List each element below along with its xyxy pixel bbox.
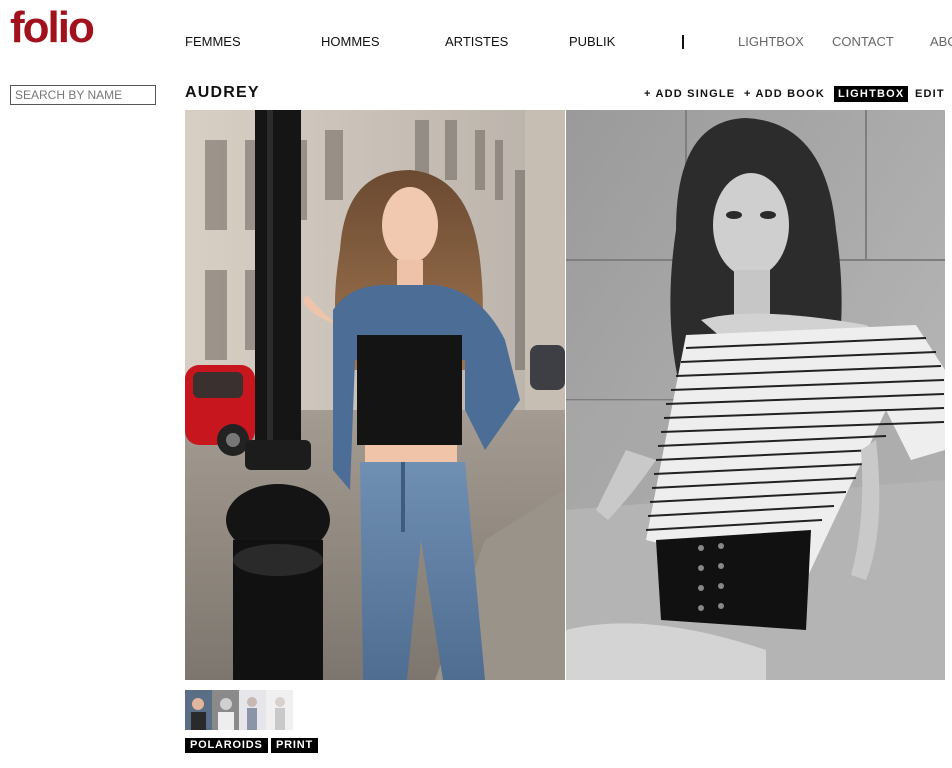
add-single-button[interactable]: + ADD SINGLE (644, 86, 735, 102)
lightbox-button[interactable]: LIGHTBOX (834, 86, 909, 102)
add-book-button[interactable]: + ADD BOOK (744, 86, 825, 102)
portrait-thumbnail-street-icon (185, 690, 212, 730)
nav-contact[interactable]: CONTACT (832, 34, 894, 49)
portrait-thumbnail-light-icon (266, 690, 293, 730)
nav-lightbox[interactable]: LIGHTBOX (738, 34, 804, 49)
nav-separator (682, 35, 684, 49)
photo-street-image (185, 110, 565, 680)
thumbnail-3[interactable] (239, 690, 266, 730)
portfolio-photo-bw[interactable] (566, 110, 945, 680)
print-tag[interactable]: PRINT (271, 738, 318, 753)
thumbnail-4[interactable] (266, 690, 293, 730)
thumbnail-1[interactable] (185, 690, 212, 730)
search-by-name-input[interactable] (10, 85, 156, 105)
photo-bw-image (566, 110, 945, 680)
nav-publik[interactable]: PUBLIK (569, 34, 615, 49)
nav-hommes[interactable]: HOMMES (321, 34, 380, 49)
model-name-title: AUDREY (185, 84, 260, 101)
thumbnail-2[interactable] (212, 690, 239, 730)
main-nav: FEMMES HOMMES ARTISTES PUBLIK LIGHTBOX C… (0, 34, 952, 50)
portrait-thumbnail-faded-icon (239, 690, 266, 730)
edit-button[interactable]: EDIT (915, 86, 945, 102)
nav-about[interactable]: ABOUT (930, 34, 952, 49)
nav-artistes[interactable]: ARTISTES (445, 34, 508, 49)
portrait-thumbnail-bw-icon (212, 690, 239, 730)
nav-femmes[interactable]: FEMMES (185, 34, 241, 49)
portfolio-photo-street[interactable] (185, 110, 565, 680)
polaroids-tag[interactable]: POLAROIDS (185, 738, 268, 753)
